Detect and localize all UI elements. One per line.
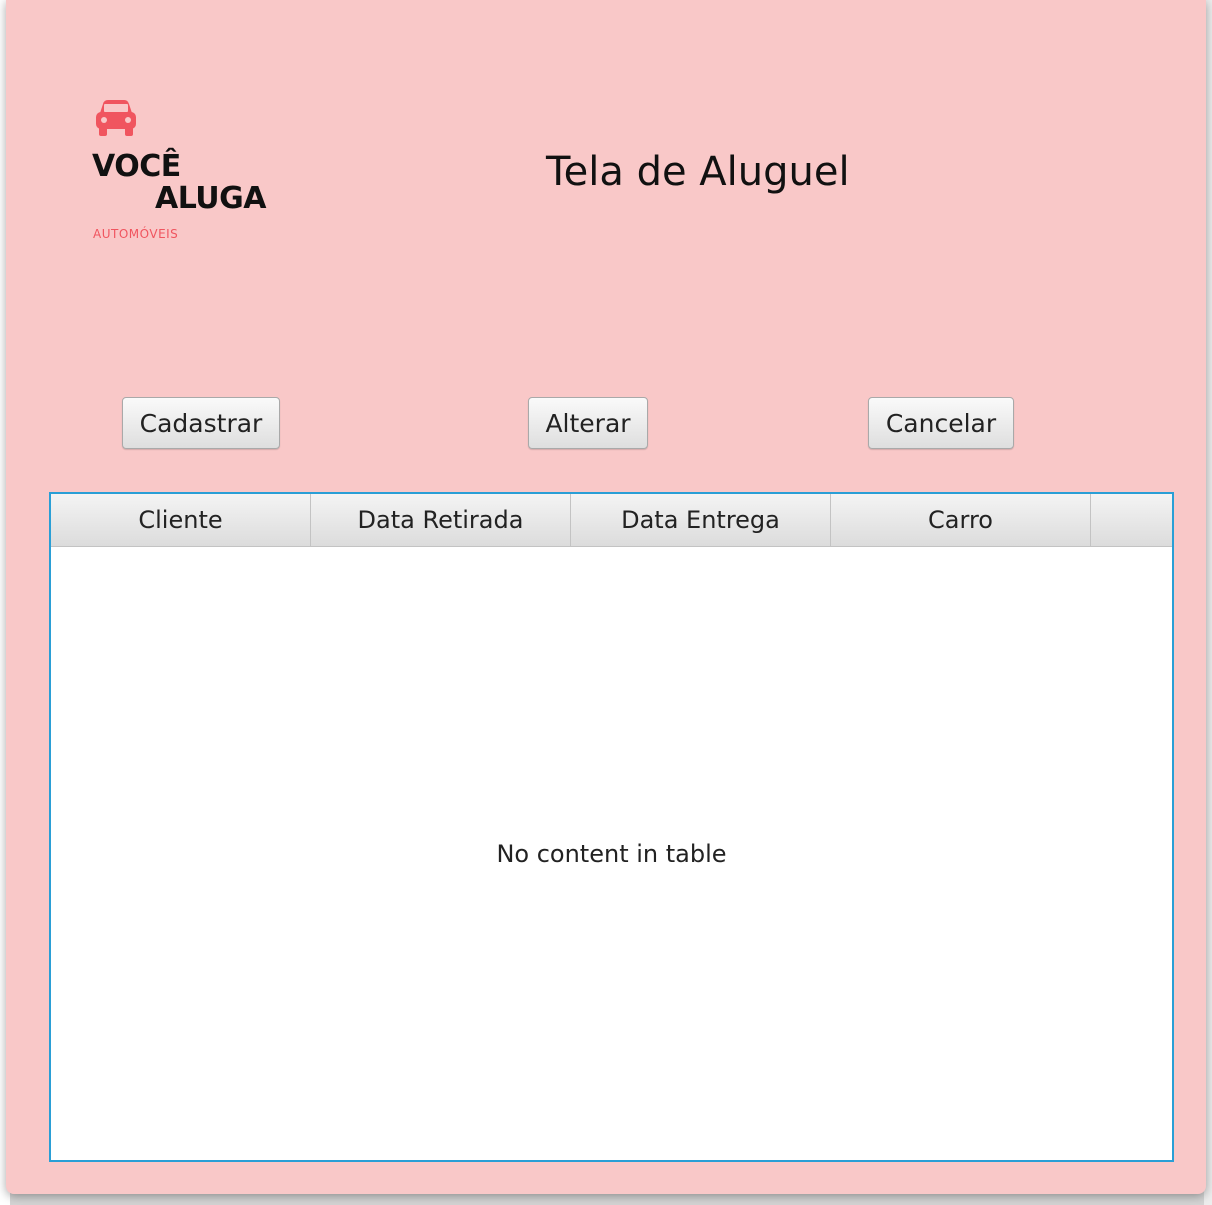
logo-text-line1: VOCÊ	[92, 149, 181, 184]
alterar-button[interactable]: Alterar	[528, 397, 648, 449]
cancelar-button[interactable]: Cancelar	[868, 397, 1014, 449]
column-header-carro[interactable]: Carro	[831, 494, 1091, 546]
page-title: Tela de Aluguel	[546, 149, 850, 195]
table-empty-text: No content in table	[496, 839, 727, 868]
table-empty-placeholder: No content in table	[51, 547, 1172, 1160]
logo-text-line2: ALUGA	[155, 181, 266, 216]
cadastrar-button[interactable]: Cadastrar	[122, 397, 280, 449]
rental-dialog: VOCÊ ALUGA AUTOMÓVEIS Tela de Aluguel Ca…	[6, 0, 1206, 1194]
car-icon	[96, 100, 136, 136]
rentals-table[interactable]: Cliente Data Retirada Data Entrega Carro…	[49, 492, 1174, 1162]
column-header-filler	[1091, 494, 1172, 546]
column-header-data-entrega[interactable]: Data Entrega	[571, 494, 831, 546]
logo-tagline: AUTOMÓVEIS	[93, 227, 179, 241]
column-header-cliente[interactable]: Cliente	[51, 494, 311, 546]
app-logo: VOCÊ ALUGA AUTOMÓVEIS	[92, 98, 282, 248]
column-header-data-retirada[interactable]: Data Retirada	[311, 494, 571, 546]
table-header: Cliente Data Retirada Data Entrega Carro	[51, 494, 1172, 547]
